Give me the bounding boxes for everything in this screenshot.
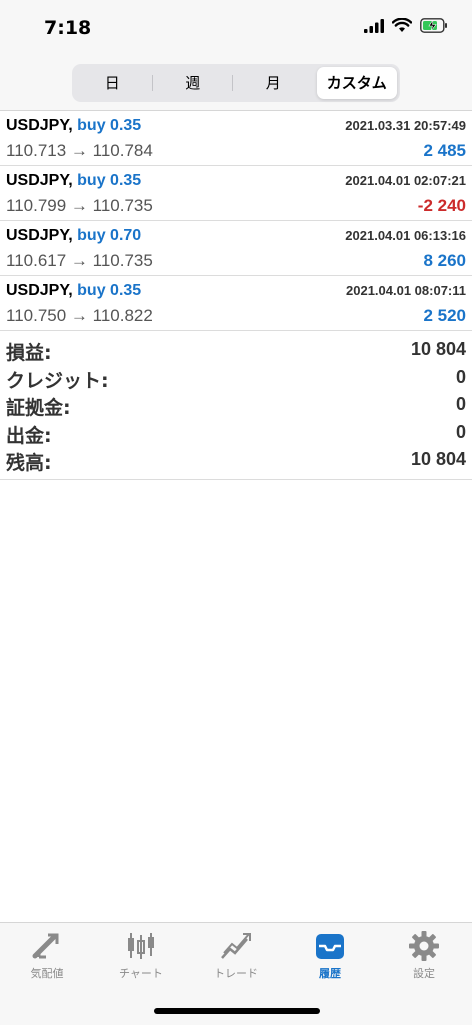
status-bar: 7:18 [0,0,472,56]
trade-row[interactable]: USDJPY, buy 0.35 2021.03.31 20:57:49 110… [0,111,472,166]
segment-day[interactable]: 日 [72,67,153,99]
history-inbox-icon [316,934,344,959]
account-summary: 損益: 10 804 クレジット: 0 証拠金: 0 出金: 0 残高: 10 … [0,331,472,480]
tab-label: 気配値 [30,967,64,980]
summary-label: 残高: [6,452,52,474]
symbol-name: USDJPY, [6,117,73,134]
history-list: USDJPY, buy 0.35 2021.03.31 20:57:49 110… [0,111,472,480]
trade-prices: 110.617 → 110.735 [6,251,153,270]
quotes-icon [32,933,59,959]
trade-side: buy 0.35 [77,172,142,189]
trade-profit: 8 260 [423,251,466,270]
summary-value: 0 [455,366,466,387]
tab-trade[interactable]: トレード [196,931,276,981]
summary-credit: クレジット: 0 [0,365,472,393]
status-icons [364,18,448,33]
summary-label: クレジット: [6,369,109,392]
summary-label: 損益: [6,342,52,364]
symbol-name: USDJPY, [6,172,73,189]
tab-settings[interactable]: 設定 [384,931,464,981]
segment-custom[interactable]: カスタム [316,67,397,99]
summary-deposit: 証拠金: 0 [0,392,472,420]
trade-symbol: USDJPY, buy 0.70 [6,227,141,245]
summary-value: 0 [455,394,466,414]
trade-prices: 110.750 → 110.822 [6,306,153,325]
tab-quotes[interactable]: 気配値 [7,931,87,981]
home-indicator[interactable] [154,1008,320,1014]
tab-label: 履歴 [319,967,341,980]
trade-row[interactable]: USDJPY, buy 0.35 2021.04.01 02:07:21 110… [0,166,472,221]
trade-date: 2021.04.01 02:07:21 [345,173,466,188]
summary-label: 証拠金: [6,397,71,419]
trade-side: buy 0.35 [77,282,142,299]
trade-row[interactable]: USDJPY, buy 0.35 2021.04.01 08:07:11 110… [0,276,472,331]
status-time: 7:18 [44,17,92,39]
trade-prices: 110.713 → 110.784 [6,141,153,160]
trade-profit: 2 520 [423,306,466,325]
symbol-name: USDJPY, [6,282,73,299]
symbol-name: USDJPY, [6,227,73,244]
period-selector-bar: 日 週 月 カスタム [0,56,472,111]
trade-row[interactable]: USDJPY, buy 0.70 2021.04.01 06:13:16 110… [0,221,472,276]
summary-withdrawal: 出金: 0 [0,420,472,448]
tab-history[interactable]: 履歴 [290,931,370,981]
trade-profit: -2 240 [417,196,466,215]
wifi-icon [392,18,412,32]
segment-week[interactable]: 週 [153,67,234,99]
trade-side: buy 0.35 [77,117,142,134]
summary-label: 出金: [6,424,52,447]
trade-symbol: USDJPY, buy 0.35 [6,172,141,190]
battery-charging-icon [420,18,447,33]
trade-symbol: USDJPY, buy 0.35 [6,117,141,135]
trade-date: 2021.03.31 20:57:49 [345,118,466,133]
summary-value: 10 804 [410,339,466,359]
trade-icon [221,933,251,959]
trade-date: 2021.04.01 06:13:16 [345,228,466,243]
trade-symbol: USDJPY, buy 0.35 [6,282,141,300]
summary-balance: 残高: 10 804 [0,447,472,475]
summary-value: 0 [455,421,466,442]
period-segmented-control: 日 週 月 カスタム [72,64,400,102]
trade-side: buy 0.70 [77,227,142,244]
tab-label: 設定 [413,967,435,980]
settings-gear-icon [409,931,439,961]
candlestick-chart-icon [128,933,154,959]
signal-icon [364,18,384,33]
tab-chart[interactable]: チャート [101,931,181,981]
trade-profit: 2 485 [423,141,466,160]
tab-label: チャート [119,967,163,980]
summary-value: 10 804 [410,449,466,469]
trade-date: 2021.04.01 08:07:11 [346,283,466,298]
segment-month[interactable]: 月 [233,67,314,99]
tab-label: トレード [214,967,258,980]
trade-prices: 110.799 → 110.735 [6,196,153,215]
summary-profit: 損益: 10 804 [0,337,472,365]
